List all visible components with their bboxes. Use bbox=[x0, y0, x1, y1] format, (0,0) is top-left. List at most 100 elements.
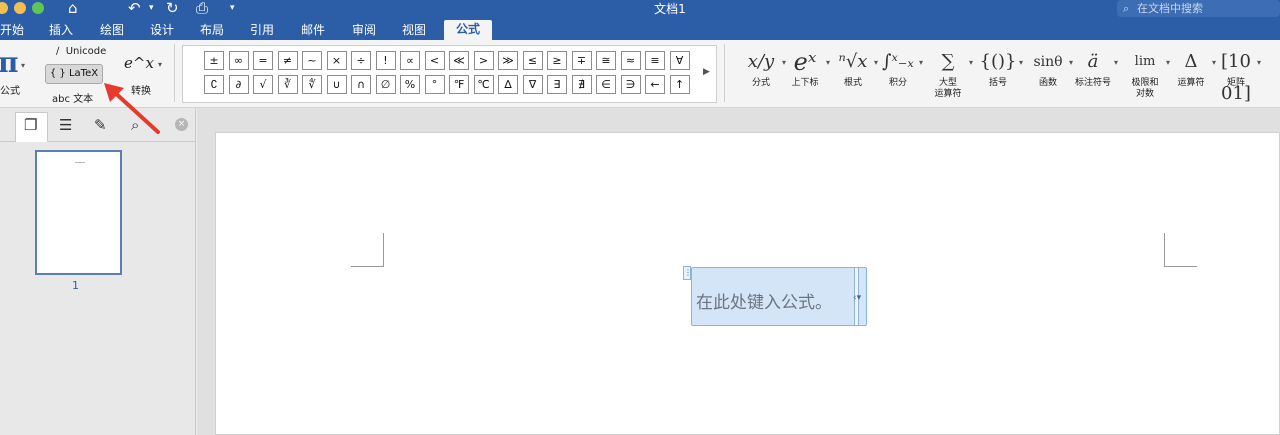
tab-equation[interactable]: 公式 bbox=[444, 20, 492, 40]
tab-design[interactable]: 设计 bbox=[146, 21, 178, 40]
symbol-button[interactable]: ∝ bbox=[400, 51, 420, 70]
symbol-button[interactable]: ≥ bbox=[547, 51, 567, 70]
document-page[interactable]: ⋮ 在此处键入公式。 ‹▾ bbox=[215, 132, 1280, 435]
tab-draw[interactable]: 绘图 bbox=[96, 21, 128, 40]
convert-icon[interactable]: e^x bbox=[124, 54, 154, 72]
symbol-button[interactable]: ∞ bbox=[228, 51, 249, 70]
equation-options-dropdown-icon[interactable]: ‹▾ bbox=[853, 293, 861, 303]
undo-dropdown-icon[interactable]: ▾ bbox=[149, 3, 154, 13]
symbol-button[interactable]: ! bbox=[375, 51, 396, 70]
fraction-button[interactable]: x/y 分式 ▾ bbox=[740, 46, 786, 89]
accent-dropdown-icon[interactable]: ▾ bbox=[1114, 58, 1118, 67]
tab-references[interactable]: 引用 bbox=[246, 21, 278, 40]
symbol-button[interactable]: ∈ bbox=[596, 75, 616, 94]
equation-move-handle[interactable]: ⋮ bbox=[683, 266, 692, 280]
radical-button[interactable]: ⁿ√x 根式 ▾ bbox=[832, 46, 878, 89]
latex-button[interactable]: { } LaTeX bbox=[45, 64, 103, 84]
symbol-button[interactable]: ≫ bbox=[498, 51, 518, 70]
symbol-button[interactable]: ∇ bbox=[522, 75, 543, 94]
matrix-dropdown-icon[interactable]: ▾ bbox=[1257, 58, 1261, 67]
symbol-button[interactable]: ∂ bbox=[228, 75, 249, 94]
text-option[interactable]: abc 文本 bbox=[52, 90, 93, 105]
operator-label: 运算符 bbox=[1177, 78, 1205, 88]
symbol-button[interactable]: ≈ bbox=[620, 51, 641, 70]
ribbon-separator bbox=[724, 44, 725, 102]
equation-placeholder-text[interactable]: 在此处键入公式。 bbox=[696, 288, 832, 313]
close-icon[interactable]: × bbox=[175, 118, 188, 131]
symbol-button[interactable]: ≠ bbox=[277, 51, 298, 70]
symbol-button[interactable]: ÷ bbox=[351, 51, 371, 70]
symbol-button[interactable]: = bbox=[253, 51, 273, 70]
symbol-button[interactable]: ≪ bbox=[449, 51, 469, 70]
document-title: 文档1 bbox=[654, 2, 686, 16]
tab-mailings[interactable]: 邮件 bbox=[297, 21, 329, 40]
symbol-button[interactable]: ∅ bbox=[375, 75, 396, 94]
tab-home[interactable]: 开始 bbox=[0, 21, 26, 40]
accent-button[interactable]: ä 标注符号 ▾ bbox=[1072, 46, 1118, 89]
symbol-button[interactable]: ≅ bbox=[596, 51, 616, 70]
symbol-button[interactable]: ← bbox=[645, 75, 665, 94]
pi-icon[interactable]: π bbox=[0, 46, 19, 79]
symbol-button[interactable]: ∄ bbox=[571, 75, 592, 94]
symbol-button[interactable]: ± bbox=[204, 51, 224, 70]
convert-dropdown-icon[interactable]: ▾ bbox=[158, 60, 162, 69]
redo-icon[interactable]: ↻ bbox=[166, 0, 179, 18]
symbol-button[interactable]: ↑ bbox=[669, 75, 690, 94]
outline-list-icon[interactable]: ☰ bbox=[59, 116, 72, 134]
symbol-button[interactable]: ℉ bbox=[449, 75, 469, 94]
symbol-button[interactable]: < bbox=[424, 51, 445, 70]
symbol-button[interactable]: ∁ bbox=[204, 75, 224, 94]
undo-icon[interactable]: ↶ bbox=[128, 0, 141, 18]
symbol-button[interactable]: ∆ bbox=[498, 75, 518, 94]
script-button[interactable]: eˣ 上下标 ▾ bbox=[784, 46, 830, 89]
large-operator-button[interactable]: ∑ 大型 运算符 ▾ bbox=[927, 46, 973, 100]
symbol-button[interactable]: ∩ bbox=[351, 75, 371, 94]
unicode-option[interactable]: ∕ Unicode bbox=[56, 46, 106, 57]
bracket-button[interactable]: {()} 括号 ▾ bbox=[977, 46, 1023, 89]
gallery-more-icon[interactable]: ▶ bbox=[703, 67, 710, 77]
large-operator-dropdown-icon[interactable]: ▾ bbox=[969, 58, 973, 67]
symbol-button[interactable]: % bbox=[400, 75, 420, 94]
close-window-button[interactable] bbox=[0, 2, 8, 14]
symbol-button[interactable]: > bbox=[473, 51, 494, 70]
zoom-window-button[interactable] bbox=[32, 2, 44, 14]
bracket-dropdown-icon[interactable]: ▾ bbox=[1019, 58, 1023, 67]
matrix-button[interactable]: [10 01] 矩阵 ▾ bbox=[1215, 46, 1261, 104]
accent-icon: ä bbox=[1087, 51, 1099, 72]
symbol-button[interactable]: ∜ bbox=[302, 75, 322, 94]
function-button[interactable]: sinθ 函数 ▾ bbox=[1027, 46, 1073, 89]
symbol-button[interactable]: ≡ bbox=[645, 51, 665, 70]
operator-button[interactable]: Δ 运算符 ▾ bbox=[1170, 46, 1216, 89]
symbol-button[interactable]: ° bbox=[424, 75, 445, 94]
script-dropdown-icon[interactable]: ▾ bbox=[826, 58, 830, 67]
symbol-button[interactable]: ∓ bbox=[571, 51, 592, 70]
symbol-button[interactable]: ∀ bbox=[669, 51, 690, 70]
integral-button[interactable]: ∫ˣ₋ₓ 积分 ▾ bbox=[877, 46, 923, 89]
equation-placeholder-box[interactable]: ⋮ 在此处键入公式。 ‹▾ bbox=[683, 266, 867, 326]
integral-dropdown-icon[interactable]: ▾ bbox=[919, 58, 923, 67]
limit-log-button[interactable]: lim 极限和 对数 ▾ bbox=[1124, 46, 1170, 100]
symbol-button[interactable]: ∃ bbox=[547, 75, 567, 94]
tab-view[interactable]: 视图 bbox=[398, 21, 430, 40]
symbol-button[interactable]: √ bbox=[253, 75, 273, 94]
page-thumbnail[interactable] bbox=[35, 150, 122, 275]
tab-layout[interactable]: 布局 bbox=[196, 21, 228, 40]
customize-toolbar-icon[interactable]: ▾ bbox=[230, 3, 235, 13]
tab-review[interactable]: 审阅 bbox=[348, 21, 380, 40]
thumbnails-icon[interactable]: ❐ bbox=[24, 116, 37, 134]
tab-insert[interactable]: 插入 bbox=[46, 21, 76, 40]
search-input[interactable]: ⌕ 在文档中搜索 bbox=[1117, 0, 1280, 17]
symbol-button[interactable]: ∋ bbox=[620, 75, 641, 94]
symbol-button[interactable]: ∪ bbox=[326, 75, 347, 94]
symbol-button[interactable]: ℃ bbox=[473, 75, 494, 94]
equation-dropdown-icon[interactable]: ▾ bbox=[21, 61, 25, 70]
symbol-button[interactable]: ∛ bbox=[277, 75, 298, 94]
navigation-pane: ❐ ☰ ✎ ⌕ × 1 bbox=[0, 108, 196, 435]
symbol-button[interactable]: ≤ bbox=[522, 51, 543, 70]
symbol-button[interactable]: ~ bbox=[302, 51, 322, 70]
symbol-button[interactable]: × bbox=[326, 51, 347, 70]
home-icon[interactable]: ⌂ bbox=[68, 0, 78, 18]
minimize-window-button[interactable] bbox=[14, 2, 26, 14]
title-bar: ⌂ ↶ ▾ ↻ ⎙ ▾ 文档1 ⌕ 在文档中搜索 开始 插入 绘图 设计 布局 引… bbox=[0, 0, 1280, 40]
print-icon[interactable]: ⎙ bbox=[196, 0, 208, 18]
